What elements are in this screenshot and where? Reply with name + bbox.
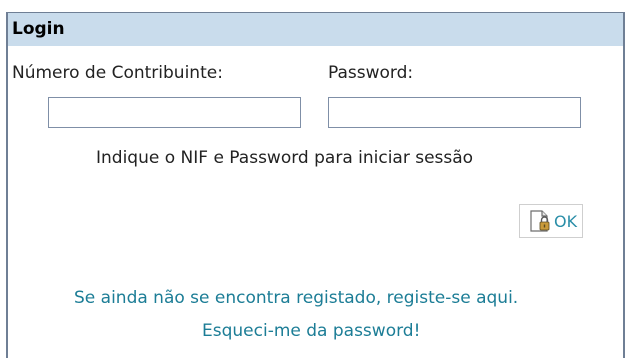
register-link[interactable]: Se ainda não se encontra registado, regi… xyxy=(74,288,518,308)
password-input[interactable] xyxy=(328,97,581,128)
forgot-password-link[interactable]: Esqueci-me da password! xyxy=(202,321,420,341)
document-lock-icon xyxy=(528,209,552,233)
ok-button-label: OK xyxy=(554,211,578,231)
password-label: Password: xyxy=(328,63,414,83)
login-panel: Login Número de Contribuinte: Password: … xyxy=(6,12,625,358)
login-header: Login xyxy=(8,13,623,46)
login-title: Login xyxy=(12,19,65,39)
ok-button[interactable]: OK xyxy=(519,204,583,238)
nif-input[interactable] xyxy=(48,97,301,128)
nif-label: Número de Contribuinte: xyxy=(12,63,223,83)
login-hint: Indique o NIF e Password para iniciar se… xyxy=(96,148,474,168)
